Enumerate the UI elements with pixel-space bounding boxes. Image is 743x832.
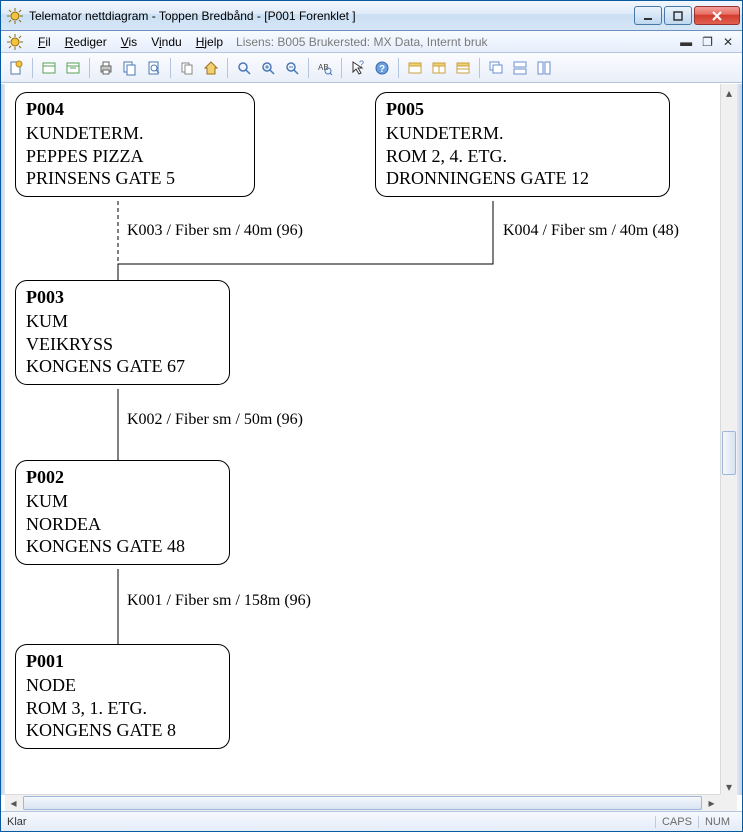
edge-label-k004: K004 / Fiber sm / 40m (48) <box>503 222 679 240</box>
tool-zoom-in-icon[interactable] <box>257 57 279 79</box>
node-line: KUM <box>26 310 219 333</box>
node-line: VEIKRYSS <box>26 333 219 356</box>
tool-card1-icon[interactable] <box>38 57 60 79</box>
status-num: NUM <box>698 816 736 828</box>
svg-text:?: ? <box>379 64 385 75</box>
node-id: P001 <box>26 651 219 672</box>
license-text: Lisens: B005 Brukersted: MX Data, Intern… <box>236 35 487 49</box>
tool-copy-sheet-icon[interactable] <box>119 57 141 79</box>
maximize-button[interactable] <box>664 6 692 25</box>
hscroll-thumb[interactable] <box>23 796 702 810</box>
tool-tile-h-icon[interactable] <box>509 57 531 79</box>
status-ready: Klar <box>7 816 27 828</box>
node-line: KONGENS GATE 48 <box>26 535 219 558</box>
app-window: Telemator nettdiagram - Toppen Bredbånd … <box>0 0 743 832</box>
node-line: DRONNINGENS GATE 12 <box>386 167 659 190</box>
vertical-scrollbar[interactable]: ▴ ▾ <box>720 84 737 795</box>
node-line: ROM 3, 1. ETG. <box>26 697 219 720</box>
node-p005[interactable]: P005 KUNDETERM. ROM 2, 4. ETG. DRONNINGE… <box>375 92 670 197</box>
node-line: NORDEA <box>26 513 219 536</box>
toolbar-separator <box>227 58 228 78</box>
edge-label-k003: K003 / Fiber sm / 40m (96) <box>127 222 303 240</box>
tool-new-icon[interactable] <box>5 57 27 79</box>
node-p001[interactable]: P001 NODE ROM 3, 1. ETG. KONGENS GATE 8 <box>15 644 230 749</box>
scroll-left-arrow-icon[interactable]: ◂ <box>5 795 22 812</box>
node-line: KUNDETERM. <box>386 122 659 145</box>
node-line: NODE <box>26 674 219 697</box>
node-line: PEPPES PIZZA <box>26 145 244 168</box>
minimize-button[interactable] <box>634 6 662 25</box>
menu-app-icon <box>7 34 23 50</box>
vscroll-thumb[interactable] <box>722 431 736 475</box>
tool-tile-v-icon[interactable] <box>533 57 555 79</box>
scroll-up-arrow-icon[interactable]: ▴ <box>721 84 737 101</box>
scroll-down-arrow-icon[interactable]: ▾ <box>721 778 737 795</box>
node-line: PRINSENS GATE 5 <box>26 167 244 190</box>
tool-win2-icon[interactable] <box>428 57 450 79</box>
menu-hjelp[interactable]: Hjelp <box>189 33 230 51</box>
tool-preview-icon[interactable] <box>143 57 165 79</box>
node-p004[interactable]: P004 KUNDETERM. PEPPES PIZZA PRINSENS GA… <box>15 92 255 197</box>
tool-zoom-out-icon[interactable] <box>281 57 303 79</box>
window-controls <box>632 6 740 25</box>
node-line: KONGENS GATE 67 <box>26 355 219 378</box>
toolbar-separator <box>341 58 342 78</box>
status-caps: CAPS <box>655 816 698 828</box>
tool-copy-icon[interactable] <box>176 57 198 79</box>
app-icon <box>7 8 23 24</box>
node-p002[interactable]: P002 KUM NORDEA KONGENS GATE 48 <box>15 460 230 565</box>
scroll-corner <box>720 794 737 811</box>
content-area: P004 KUNDETERM. PEPPES PIZZA PRINSENS GA… <box>1 83 742 811</box>
node-id: P004 <box>26 99 244 120</box>
horizontal-scrollbar[interactable]: ◂ ▸ <box>5 794 720 811</box>
tool-home-icon[interactable] <box>200 57 222 79</box>
menu-rediger[interactable]: Rediger <box>58 33 114 51</box>
menu-vis[interactable]: Vis <box>114 33 144 51</box>
tool-win1-icon[interactable] <box>404 57 426 79</box>
svg-text:?: ? <box>359 60 364 69</box>
hscroll-track[interactable] <box>22 795 703 811</box>
toolbar: AB ? ? <box>1 53 742 83</box>
status-bar: Klar CAPS NUM <box>1 811 742 831</box>
mdi-restore-icon[interactable]: ❐ <box>699 35 716 49</box>
tool-card2-icon[interactable] <box>62 57 84 79</box>
title-bar[interactable]: Telemator nettdiagram - Toppen Bredbånd … <box>1 1 742 31</box>
window-title: Telemator nettdiagram - Toppen Bredbånd … <box>29 9 632 23</box>
mdi-close-icon[interactable]: ✕ <box>720 35 736 49</box>
menu-bar: Fil Rediger Vis Vindu Hjelp Lisens: B005… <box>1 31 742 53</box>
toolbar-separator <box>32 58 33 78</box>
toolbar-separator <box>479 58 480 78</box>
node-id: P005 <box>386 99 659 120</box>
diagram-canvas[interactable]: P004 KUNDETERM. PEPPES PIZZA PRINSENS GA… <box>5 84 720 794</box>
edge-label-k001: K001 / Fiber sm / 158m (96) <box>127 592 311 610</box>
tool-cascade-icon[interactable] <box>485 57 507 79</box>
vscroll-track[interactable] <box>721 101 737 778</box>
svg-text:AB: AB <box>318 63 329 72</box>
node-line: KUM <box>26 490 219 513</box>
edge-label-k002: K002 / Fiber sm / 50m (96) <box>127 411 303 429</box>
toolbar-separator <box>398 58 399 78</box>
frame-right-border <box>737 84 742 795</box>
menu-vindu[interactable]: Vindu <box>144 33 189 51</box>
node-line: KONGENS GATE 8 <box>26 719 219 742</box>
node-id: P002 <box>26 467 219 488</box>
menu-fil[interactable]: Fil <box>31 33 58 51</box>
node-line: ROM 2, 4. ETG. <box>386 145 659 168</box>
tool-win3-icon[interactable] <box>452 57 474 79</box>
scroll-right-arrow-icon[interactable]: ▸ <box>703 795 720 812</box>
tool-find-text-icon[interactable]: AB <box>314 57 336 79</box>
mdi-minimize-icon[interactable]: ▬ <box>677 35 695 49</box>
tool-help-pointer-icon[interactable]: ? <box>347 57 369 79</box>
tool-help-icon[interactable]: ? <box>371 57 393 79</box>
close-button[interactable] <box>694 6 740 25</box>
node-id: P003 <box>26 287 219 308</box>
node-line: KUNDETERM. <box>26 122 244 145</box>
tool-print-icon[interactable] <box>95 57 117 79</box>
node-p003[interactable]: P003 KUM VEIKRYSS KONGENS GATE 67 <box>15 280 230 385</box>
mdi-controls: ▬ ❐ ✕ <box>677 35 736 49</box>
tool-zoom-icon[interactable] <box>233 57 255 79</box>
toolbar-separator <box>89 58 90 78</box>
toolbar-separator <box>170 58 171 78</box>
toolbar-separator <box>308 58 309 78</box>
